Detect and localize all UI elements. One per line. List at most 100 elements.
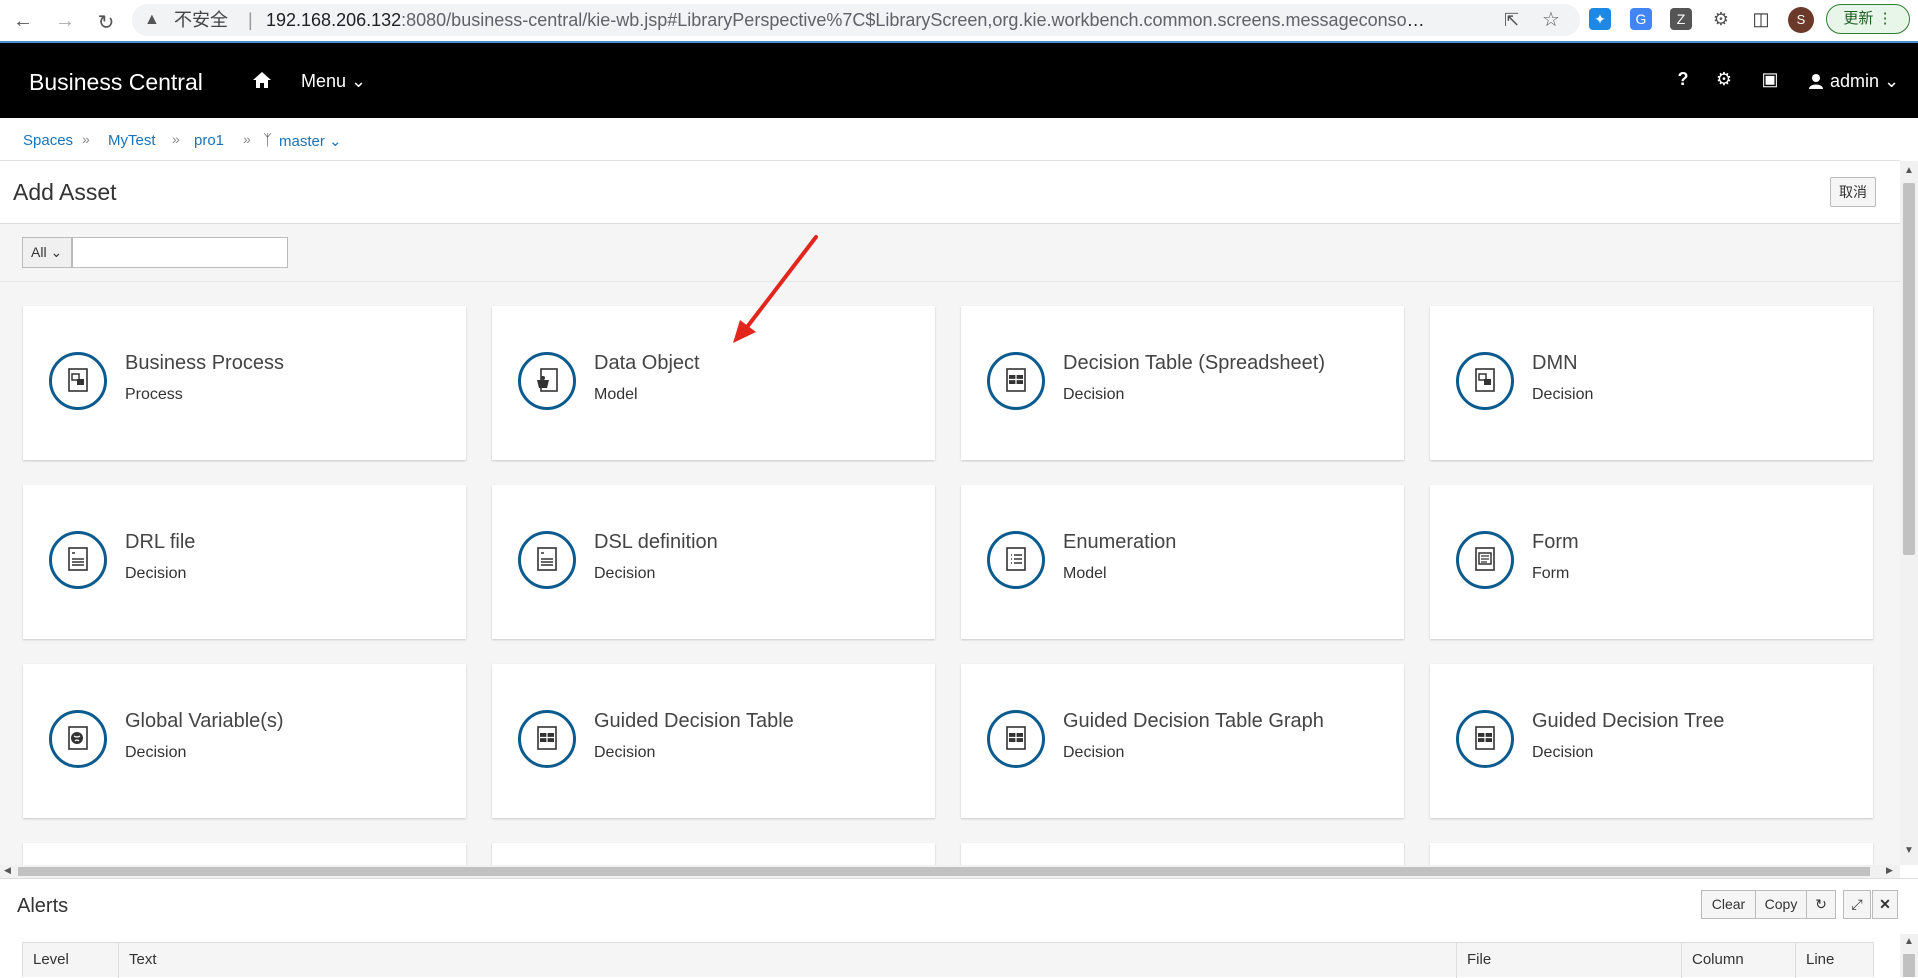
extensions-puzzle-icon[interactable]: ⚙	[1710, 8, 1732, 30]
branch-icon: ᛉ	[263, 132, 273, 149]
update-button[interactable]: 更新 ⋮	[1826, 4, 1910, 34]
column-header-line[interactable]: Line	[1796, 943, 1875, 978]
asset-category: Model	[594, 386, 638, 403]
category-filter-select[interactable]: All ⌄	[22, 237, 72, 268]
menu-dropdown[interactable]: Menu ⌄	[301, 71, 366, 92]
drl-icon	[49, 531, 107, 589]
url-separator: |	[248, 10, 253, 30]
asset-card-form[interactable]: Form Form	[1430, 485, 1873, 639]
forward-icon[interactable]: →	[54, 10, 76, 33]
cancel-button[interactable]: 取消	[1830, 177, 1876, 207]
column-header-column[interactable]: Column	[1682, 943, 1796, 978]
asset-card-guided-decision-table-graph[interactable]: Guided Decision Table Graph Decision	[961, 664, 1404, 818]
scroll-right-icon[interactable]: ▶	[1886, 865, 1893, 876]
close-icon[interactable]: ✕	[1872, 890, 1898, 919]
alerts-panel: Alerts Clear Copy ↻ ⤢ ✕ Level Text File …	[0, 878, 1918, 978]
asset-name: Guided Decision Table	[594, 710, 794, 732]
asset-category: Process	[125, 386, 183, 403]
url-text: 192.168.206.132:8080/business-central/ki…	[266, 10, 1426, 30]
column-header-level[interactable]: Level	[23, 943, 119, 978]
asset-search-input[interactable]	[72, 237, 288, 268]
dmn-icon	[1456, 352, 1514, 410]
user-menu[interactable]: admin ⌄	[1808, 71, 1899, 92]
scroll-down-icon[interactable]: ▼	[1904, 845, 1914, 856]
asset-name: Guided Decision Tree	[1532, 710, 1725, 732]
home-icon[interactable]	[252, 70, 272, 90]
alerts-vertical-scrollbar[interactable]: ▲	[1900, 934, 1918, 977]
asset-name: Enumeration	[1063, 531, 1177, 553]
scrollbar-thumb[interactable]	[1903, 954, 1915, 977]
asset-card-global-variables[interactable]: Global Variable(s) Decision	[23, 664, 466, 818]
copy-button[interactable]: Copy	[1755, 890, 1807, 919]
expand-icon[interactable]: ⤢	[1843, 890, 1871, 919]
extension-bird-icon[interactable]: ✦	[1589, 8, 1611, 30]
asset-grid: Business Process Process Data Object Mod…	[0, 282, 1900, 865]
gear-icon[interactable]: ⚙	[1714, 69, 1734, 89]
filter-bar: All ⌄	[0, 224, 1900, 282]
asset-card-data-object[interactable]: Data Object Model	[492, 306, 935, 460]
alerts-table-header: Level Text File Column Line	[22, 942, 1875, 978]
branch-selector[interactable]: master ⌄	[279, 132, 342, 150]
asset-category: Decision	[1532, 744, 1594, 761]
asset-card-enumeration[interactable]: Enumeration Model	[961, 485, 1404, 639]
asset-category: Decision	[1532, 386, 1594, 403]
process-icon	[49, 352, 107, 410]
asset-card-decision-table-spreadsheet[interactable]: Decision Table (Spreadsheet) Decision	[961, 306, 1404, 460]
asset-category: Form	[1532, 565, 1570, 582]
back-icon[interactable]: ←	[12, 10, 34, 33]
scroll-up-icon[interactable]: ▲	[1904, 936, 1914, 947]
asset-category: Decision	[1063, 744, 1125, 761]
extension-z-icon[interactable]: Z	[1670, 8, 1692, 30]
reload-icon[interactable]: ↻	[95, 10, 117, 35]
asset-name: Business Process	[125, 352, 284, 374]
asset-name: Data Object	[594, 352, 700, 374]
content-horizontal-scrollbar[interactable]: ◀ ▶	[0, 865, 1900, 878]
guided-table-icon	[518, 710, 576, 768]
scrollbar-thumb[interactable]	[18, 867, 1870, 876]
asset-card-dsl-definition[interactable]: DSL definition Decision	[492, 485, 935, 639]
breadcrumb-spaces[interactable]: Spaces	[23, 132, 73, 149]
scrollbar-thumb[interactable]	[1903, 183, 1915, 555]
decision-table-icon	[987, 352, 1045, 410]
scroll-left-icon[interactable]: ◀	[4, 865, 11, 876]
brand-title[interactable]: Business Central	[29, 69, 203, 96]
data-object-icon	[518, 352, 576, 410]
breadcrumb-space[interactable]: MyTest	[108, 132, 156, 149]
asset-card-partial[interactable]	[492, 843, 935, 865]
briefcase-icon[interactable]: ▣	[1760, 69, 1780, 89]
browser-toolbar: ← → ↻ ▲ 不安全 | 192.168.206.132:8080/busin…	[0, 0, 1918, 43]
asset-card-partial[interactable]	[23, 843, 466, 865]
help-icon[interactable]: ?	[1673, 69, 1693, 89]
content-vertical-scrollbar[interactable]: ▲ ▼	[1900, 161, 1918, 865]
scroll-up-icon[interactable]: ▲	[1904, 165, 1914, 176]
app-header: Business Central Menu ⌄ ? ⚙ ▣ admin ⌄	[0, 43, 1918, 118]
asset-name: DMN	[1532, 352, 1578, 374]
asset-category: Decision	[125, 565, 187, 582]
asset-name: Form	[1532, 531, 1579, 553]
address-bar[interactable]: ▲ 不安全 | 192.168.206.132:8080/business-ce…	[132, 4, 1580, 36]
asset-name: Guided Decision Table Graph	[1063, 710, 1324, 732]
asset-category: Decision	[1063, 386, 1125, 403]
asset-card-dmn[interactable]: DMN Decision	[1430, 306, 1873, 460]
asset-category: Decision	[594, 744, 656, 761]
asset-card-guided-decision-table[interactable]: Guided Decision Table Decision	[492, 664, 935, 818]
translate-icon[interactable]: G	[1630, 8, 1652, 30]
breadcrumb-project[interactable]: pro1	[194, 132, 224, 149]
asset-card-business-process[interactable]: Business Process Process	[23, 306, 466, 460]
chevron-down-icon: ⌄	[1884, 71, 1900, 91]
breadcrumb-separator: »	[82, 131, 90, 147]
column-header-text[interactable]: Text	[119, 943, 1457, 978]
refresh-icon[interactable]: ↻	[1806, 890, 1836, 919]
asset-card-partial[interactable]	[961, 843, 1404, 865]
asset-card-guided-decision-tree[interactable]: Guided Decision Tree Decision	[1430, 664, 1873, 818]
share-icon[interactable]: ⇱	[1504, 4, 1519, 36]
asset-card-partial[interactable]	[1430, 843, 1873, 865]
chevron-down-icon: ⌄	[351, 71, 367, 91]
column-header-file[interactable]: File	[1457, 943, 1682, 978]
asset-card-drl-file[interactable]: DRL file Decision	[23, 485, 466, 639]
side-panel-icon[interactable]: ◫	[1750, 8, 1772, 30]
clear-button[interactable]: Clear	[1701, 890, 1756, 919]
breadcrumb-separator: »	[172, 131, 180, 147]
bookmark-star-icon[interactable]: ☆	[1542, 4, 1560, 36]
profile-avatar[interactable]: S	[1788, 7, 1814, 33]
